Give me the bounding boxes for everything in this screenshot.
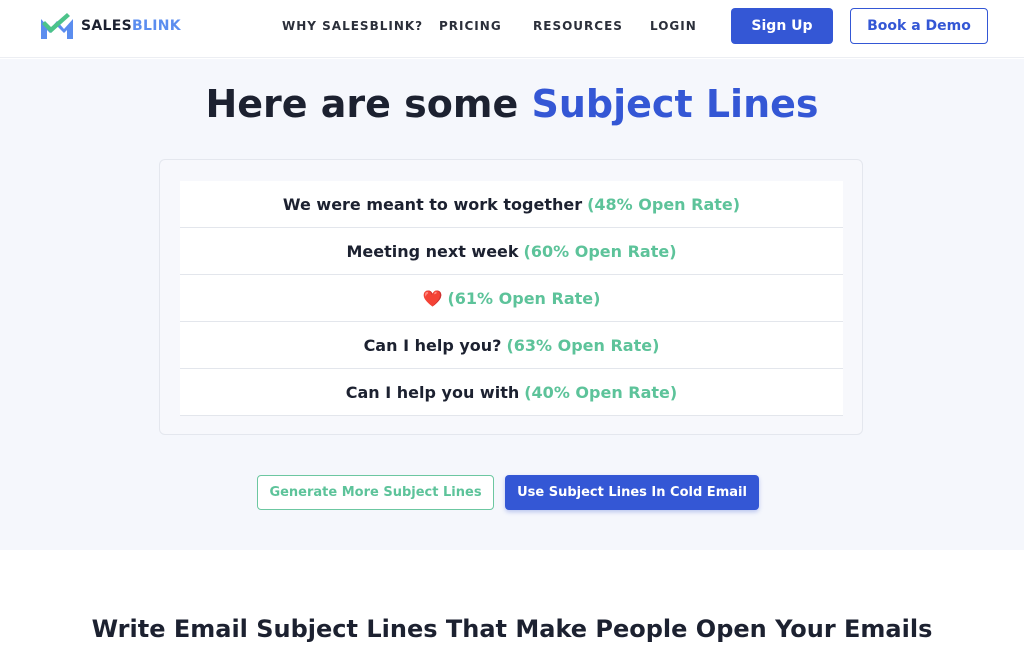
subject-line-row: Can I help you? (63% Open Rate) [180, 322, 843, 369]
logo-text: SALESBLINK [81, 18, 181, 34]
nav-login[interactable]: LOGIN [650, 19, 697, 33]
subject-line-row: We were meant to work together (48% Open… [180, 181, 843, 228]
section-title: Write Email Subject Lines That Make Peop… [91, 615, 933, 643]
use-in-cold-email-button[interactable]: Use Subject Lines In Cold Email [505, 475, 759, 510]
salesblink-logo[interactable]: SALESBLINK [39, 10, 181, 42]
subject-line-row: Meeting next week (60% Open Rate) [180, 228, 843, 275]
open-rate: (60% Open Rate) [523, 241, 677, 261]
open-rate: (48% Open Rate) [587, 194, 741, 214]
site-header: SALESBLINK WHY SALESBLINK? PRICING RESOU… [0, 0, 1024, 58]
salesblink-logo-icon [41, 13, 73, 39]
nav-pricing[interactable]: PRICING [439, 19, 502, 33]
open-rate: (61% Open Rate) [447, 288, 601, 308]
sign-up-button[interactable]: Sign Up [731, 8, 833, 44]
subject-lines-card: We were meant to work together (48% Open… [159, 159, 863, 435]
book-demo-button[interactable]: Book a Demo [850, 8, 988, 44]
page-title: Here are some Subject Lines [205, 82, 819, 126]
open-rate: (63% Open Rate) [506, 335, 660, 355]
hero-section: Here are some Subject Lines We were mean… [0, 59, 1024, 550]
subject-line-text: We were meant to work together [282, 194, 583, 214]
subject-line-text: Can I help you with [345, 382, 520, 402]
heart-emoji: ❤️ [422, 288, 443, 308]
subject-lines-list: We were meant to work together (48% Open… [180, 181, 843, 416]
open-rate: (40% Open Rate) [524, 382, 678, 402]
nav-why-salesblink[interactable]: WHY SALESBLINK? [282, 19, 423, 33]
nav-resources[interactable]: RESOURCES [533, 19, 623, 33]
subject-line-text: Meeting next week [346, 241, 519, 261]
subject-line-row: ❤️ (61% Open Rate) [180, 275, 843, 322]
generate-more-button[interactable]: Generate More Subject Lines [257, 475, 494, 510]
subject-line-row: Can I help you with (40% Open Rate) [180, 369, 843, 416]
subject-line-text: Can I help you? [363, 335, 502, 355]
